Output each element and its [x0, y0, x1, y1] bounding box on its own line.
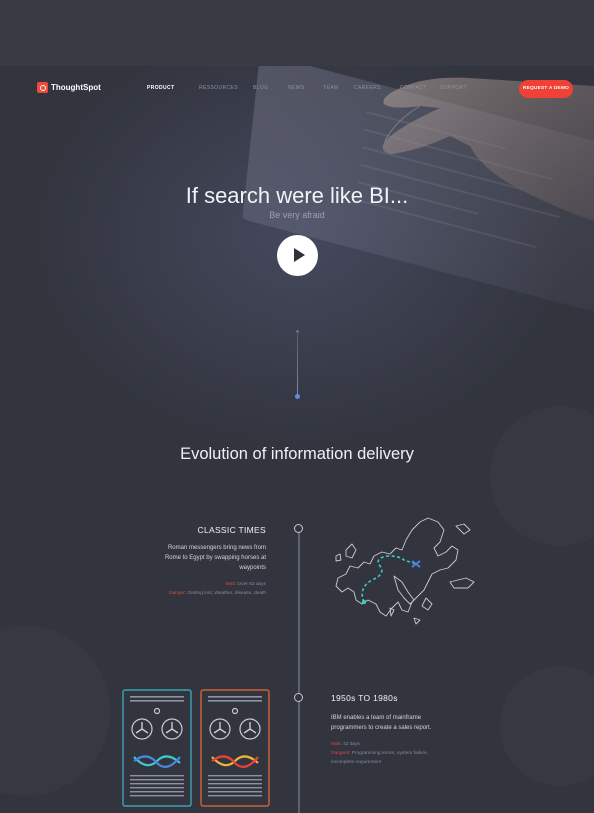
hero-subtitle: Be very afraid	[269, 210, 325, 220]
danger-value: : Getting lost, Weather, disease, death	[184, 591, 266, 596]
mainframe-tape-machine-illustration	[200, 689, 270, 807]
era-title-classic: CLASSIC TIMES	[197, 525, 266, 535]
wait-value: : Over 63 days	[234, 582, 266, 587]
danger-label: Dangers	[331, 751, 350, 756]
hero-title: If search were like BI...	[185, 183, 409, 208]
thoughtspot-logo-icon	[37, 82, 48, 93]
top-band	[0, 0, 594, 66]
nav-item-team[interactable]: TEAM	[323, 85, 339, 91]
play-video-button[interactable]	[277, 235, 318, 276]
mainframe-tape-machine-illustration	[122, 689, 192, 807]
logo-text: ThoughtSpot	[51, 83, 101, 92]
scroll-indicator-dot[interactable]	[295, 394, 300, 399]
era-description-classic: Roman messengers bring news from Rome to…	[164, 545, 266, 571]
bokeh-circle	[490, 406, 594, 546]
nav-item-blog[interactable]: BLOG	[253, 85, 269, 91]
wait-label: Wait	[331, 742, 341, 747]
timeline-node-classic[interactable]	[294, 524, 303, 533]
wait-label: Wait	[225, 582, 235, 587]
nav-item-product[interactable]: PRODUCT	[147, 85, 175, 91]
era-title-mainframe: 1950s TO 1980s	[331, 693, 398, 703]
timeline-line	[298, 528, 300, 813]
request-demo-button[interactable]: REQUEST A DEMO	[519, 80, 573, 98]
nav-item-resources[interactable]: RESSOURCES	[199, 85, 238, 91]
nav-item-contact[interactable]: CONTACT	[400, 85, 427, 91]
era-meta-mainframe: Wait: 42 days Dangers: Programming error…	[331, 740, 441, 767]
danger-label: Danger	[169, 591, 185, 596]
europe-map-illustration	[335, 517, 475, 625]
nav-item-news[interactable]: NEWS	[288, 85, 305, 91]
wait-value: : 42 days	[340, 742, 360, 747]
bokeh-circle	[500, 666, 594, 786]
era-meta-classic: Wait: Over 63 days Danger: Getting lost,…	[126, 580, 266, 598]
thoughtspot-logo[interactable]: ThoughtSpot	[37, 82, 101, 93]
nav-item-support[interactable]: SUPPORT	[440, 85, 467, 91]
scroll-indicator-line	[297, 332, 298, 396]
timeline-node-mainframe[interactable]	[294, 693, 303, 702]
era-description-mainframe: IBM enables a team of mainframe programm…	[331, 715, 432, 731]
nav-item-careers[interactable]: CAREERS	[354, 85, 381, 91]
evolution-section-title: Evolution of information delivery	[180, 445, 414, 463]
top-navigation: ThoughtSpot PRODUCT RESSOURCES BLOG NEWS…	[0, 80, 594, 98]
bokeh-circle	[0, 626, 110, 796]
landing-page: ThoughtSpot PRODUCT RESSOURCES BLOG NEWS…	[0, 66, 594, 813]
